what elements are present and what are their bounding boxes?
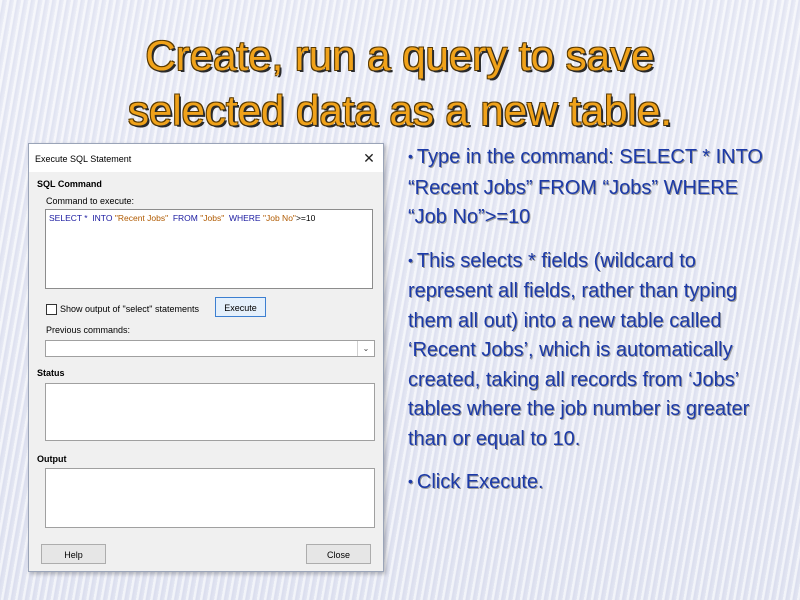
- sql-keyword: SELECT * INTO: [49, 213, 115, 223]
- sql-keyword: WHERE: [224, 213, 263, 223]
- show-output-label: Show output of "select" statements: [60, 304, 199, 314]
- bullet-icon: •: [408, 251, 413, 268]
- slide-title-line-1: Create, run a query to save: [145, 32, 655, 79]
- sql-string: "Recent Jobs": [114, 213, 169, 223]
- slide-title: Create, run a query to save selected dat…: [0, 28, 800, 138]
- show-output-checkbox[interactable]: [46, 304, 57, 315]
- bullet-item: • Type in the command: SELECT * INTO “Rec…: [408, 143, 778, 233]
- dialog-title: Execute SQL Statement: [35, 154, 132, 164]
- slide-title-line-2: selected data as a new table.: [127, 87, 673, 134]
- dialog-body: SQL Command Command to execute: SELECT *…: [29, 172, 383, 571]
- sql-keyword: FROM: [168, 213, 201, 223]
- previous-commands-label: Previous commands:: [46, 325, 131, 335]
- execute-button[interactable]: Execute: [215, 297, 266, 317]
- close-icon[interactable]: ✕: [361, 150, 377, 166]
- bullet-text: Click Execute.: [416, 471, 544, 493]
- output-heading: Output: [37, 454, 67, 464]
- close-button[interactable]: Close: [306, 544, 371, 564]
- sql-operator: >=10: [295, 213, 316, 223]
- status-area: [45, 383, 375, 441]
- help-button[interactable]: Help: [41, 544, 106, 564]
- instruction-bullets: • Type in the command: SELECT * INTO “Rec…: [408, 143, 778, 513]
- bullet-icon: •: [408, 473, 413, 489]
- bullet-text: Type in the command: SELECT * INTO “Rece…: [408, 146, 763, 228]
- chevron-down-icon[interactable]: ⌄: [357, 341, 374, 356]
- command-input[interactable]: SELECT * INTO "Recent Jobs" FROM "Jobs" …: [45, 209, 373, 289]
- bullet-text: This selects * fields (wildcard to repre…: [408, 249, 750, 450]
- status-heading: Status: [37, 368, 65, 378]
- previous-commands-select[interactable]: ⌄: [45, 340, 375, 357]
- bullet-icon: •: [408, 148, 413, 164]
- execute-sql-dialog: Execute SQL Statement ✕ SQL Command Comm…: [28, 143, 384, 572]
- bullet-item: • Click Execute.: [408, 468, 778, 499]
- sql-string: "Job No": [262, 213, 296, 223]
- sql-string: "Jobs": [200, 213, 225, 223]
- output-area: [45, 468, 375, 528]
- sql-command-heading: SQL Command: [37, 179, 102, 189]
- command-to-execute-label: Command to execute:: [46, 196, 135, 206]
- dialog-titlebar[interactable]: Execute SQL Statement ✕: [29, 144, 383, 172]
- bullet-item: • This selects * fields (wildcard to repr…: [408, 247, 778, 455]
